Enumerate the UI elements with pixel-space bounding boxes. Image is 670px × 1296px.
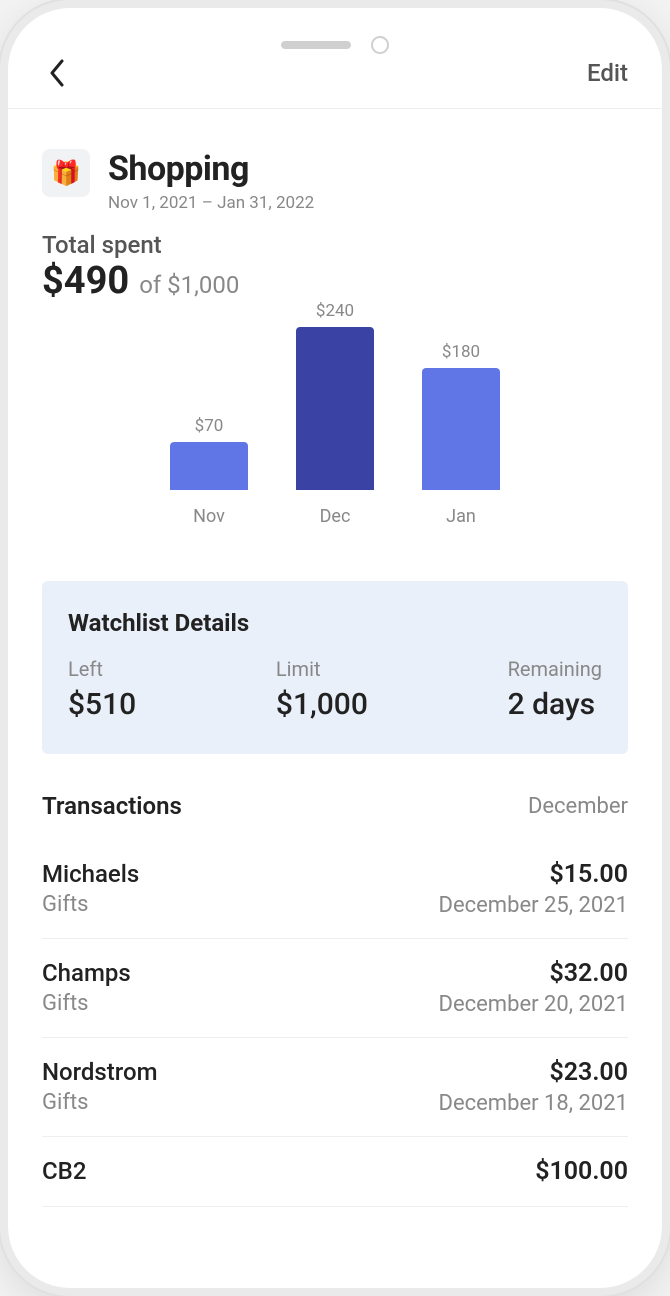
phone-frame: Edit 🎁 Shopping Nov 1, 2021 – Jan 31, 20… (0, 0, 670, 1296)
bar-value-label: $70 (195, 416, 224, 436)
transactions-title: Transactions (42, 792, 182, 820)
remaining-label: Remaining (508, 657, 602, 681)
content: 🎁 Shopping Nov 1, 2021 – Jan 31, 2022 To… (8, 149, 662, 1207)
transaction-date: December 20, 2021 (439, 992, 628, 1017)
watchlist-row: Left $510 Limit $1,000 Remaining 2 days (68, 657, 602, 722)
chart-bar-nov[interactable]: $70 Nov (170, 416, 248, 527)
transactions-month-filter[interactable]: December (528, 794, 628, 819)
transaction-amount: $32.00 (439, 959, 628, 988)
watchlist-remaining: Remaining 2 days (508, 657, 602, 722)
bar (170, 442, 248, 490)
notch (281, 36, 389, 54)
spent-amount: $490 (42, 259, 129, 303)
back-button[interactable] (42, 58, 72, 88)
watchlist-card: Watchlist Details Left $510 Limit $1,000… (42, 581, 628, 754)
bar-category-label: Jan (446, 506, 476, 527)
transaction-category: Gifts (42, 991, 131, 1016)
transaction-name: CB2 (42, 1157, 86, 1185)
transaction-row[interactable]: Nordstrom Gifts $23.00 December 18, 2021 (42, 1038, 628, 1137)
bar-value-label: $240 (316, 301, 354, 321)
title-block: Shopping Nov 1, 2021 – Jan 31, 2022 (108, 149, 314, 213)
limit-label: Limit (276, 657, 368, 681)
bar (296, 327, 374, 490)
screen: Edit 🎁 Shopping Nov 1, 2021 – Jan 31, 20… (8, 8, 662, 1288)
date-range: Nov 1, 2021 – Jan 31, 2022 (108, 193, 314, 213)
spending-bar-chart: $70Nov$240Dec$180Jan (42, 333, 628, 563)
camera-dot (371, 36, 389, 54)
spent-label: Total spent (42, 231, 628, 259)
transaction-row[interactable]: CB2 $100.00 (42, 1137, 628, 1207)
left-label: Left (68, 657, 136, 681)
transaction-name: Nordstrom (42, 1058, 157, 1086)
transaction-amount: $15.00 (439, 860, 628, 889)
watchlist-title: Watchlist Details (68, 609, 602, 637)
transaction-category: Gifts (42, 1090, 157, 1115)
chevron-left-icon (48, 59, 66, 87)
bar (422, 368, 500, 490)
speaker-slot (281, 41, 351, 49)
chart-bar-dec[interactable]: $240 Dec (296, 301, 374, 527)
transaction-amount: $100.00 (535, 1157, 628, 1186)
chart-bar-jan[interactable]: $180 Jan (422, 342, 500, 527)
bar-value-label: $180 (442, 342, 480, 362)
transactions-section: Transactions December Michaels Gifts $15.0… (42, 792, 628, 1207)
bar-category-label: Dec (320, 506, 351, 527)
spent-block: Total spent $490 of $1,000 (42, 231, 628, 303)
category-title: Shopping (108, 149, 314, 189)
watchlist-limit: Limit $1,000 (276, 657, 368, 722)
transactions-list: Michaels Gifts $15.00 December 25, 2021 Cham… (42, 840, 628, 1207)
transaction-name: Champs (42, 959, 131, 987)
transaction-name: Michaels (42, 860, 139, 888)
bar-category-label: Nov (193, 506, 225, 527)
watchlist-left: Left $510 (68, 657, 136, 722)
transaction-row[interactable]: Champs Gifts $32.00 December 20, 2021 (42, 939, 628, 1038)
left-value: $510 (68, 687, 136, 722)
limit-value: $1,000 (276, 687, 368, 722)
topbar: Edit (8, 8, 662, 109)
spent-of: of $1,000 (139, 271, 239, 299)
remaining-value: 2 days (508, 687, 602, 722)
transaction-category: Gifts (42, 892, 139, 917)
edit-button[interactable]: Edit (587, 59, 628, 87)
category-header: 🎁 Shopping Nov 1, 2021 – Jan 31, 2022 (42, 149, 628, 213)
transactions-header: Transactions December (42, 792, 628, 820)
transaction-date: December 25, 2021 (439, 893, 628, 918)
transaction-date: December 18, 2021 (439, 1091, 628, 1116)
gift-icon: 🎁 (42, 149, 90, 197)
transaction-row[interactable]: Michaels Gifts $15.00 December 25, 2021 (42, 840, 628, 939)
transaction-amount: $23.00 (439, 1058, 628, 1087)
